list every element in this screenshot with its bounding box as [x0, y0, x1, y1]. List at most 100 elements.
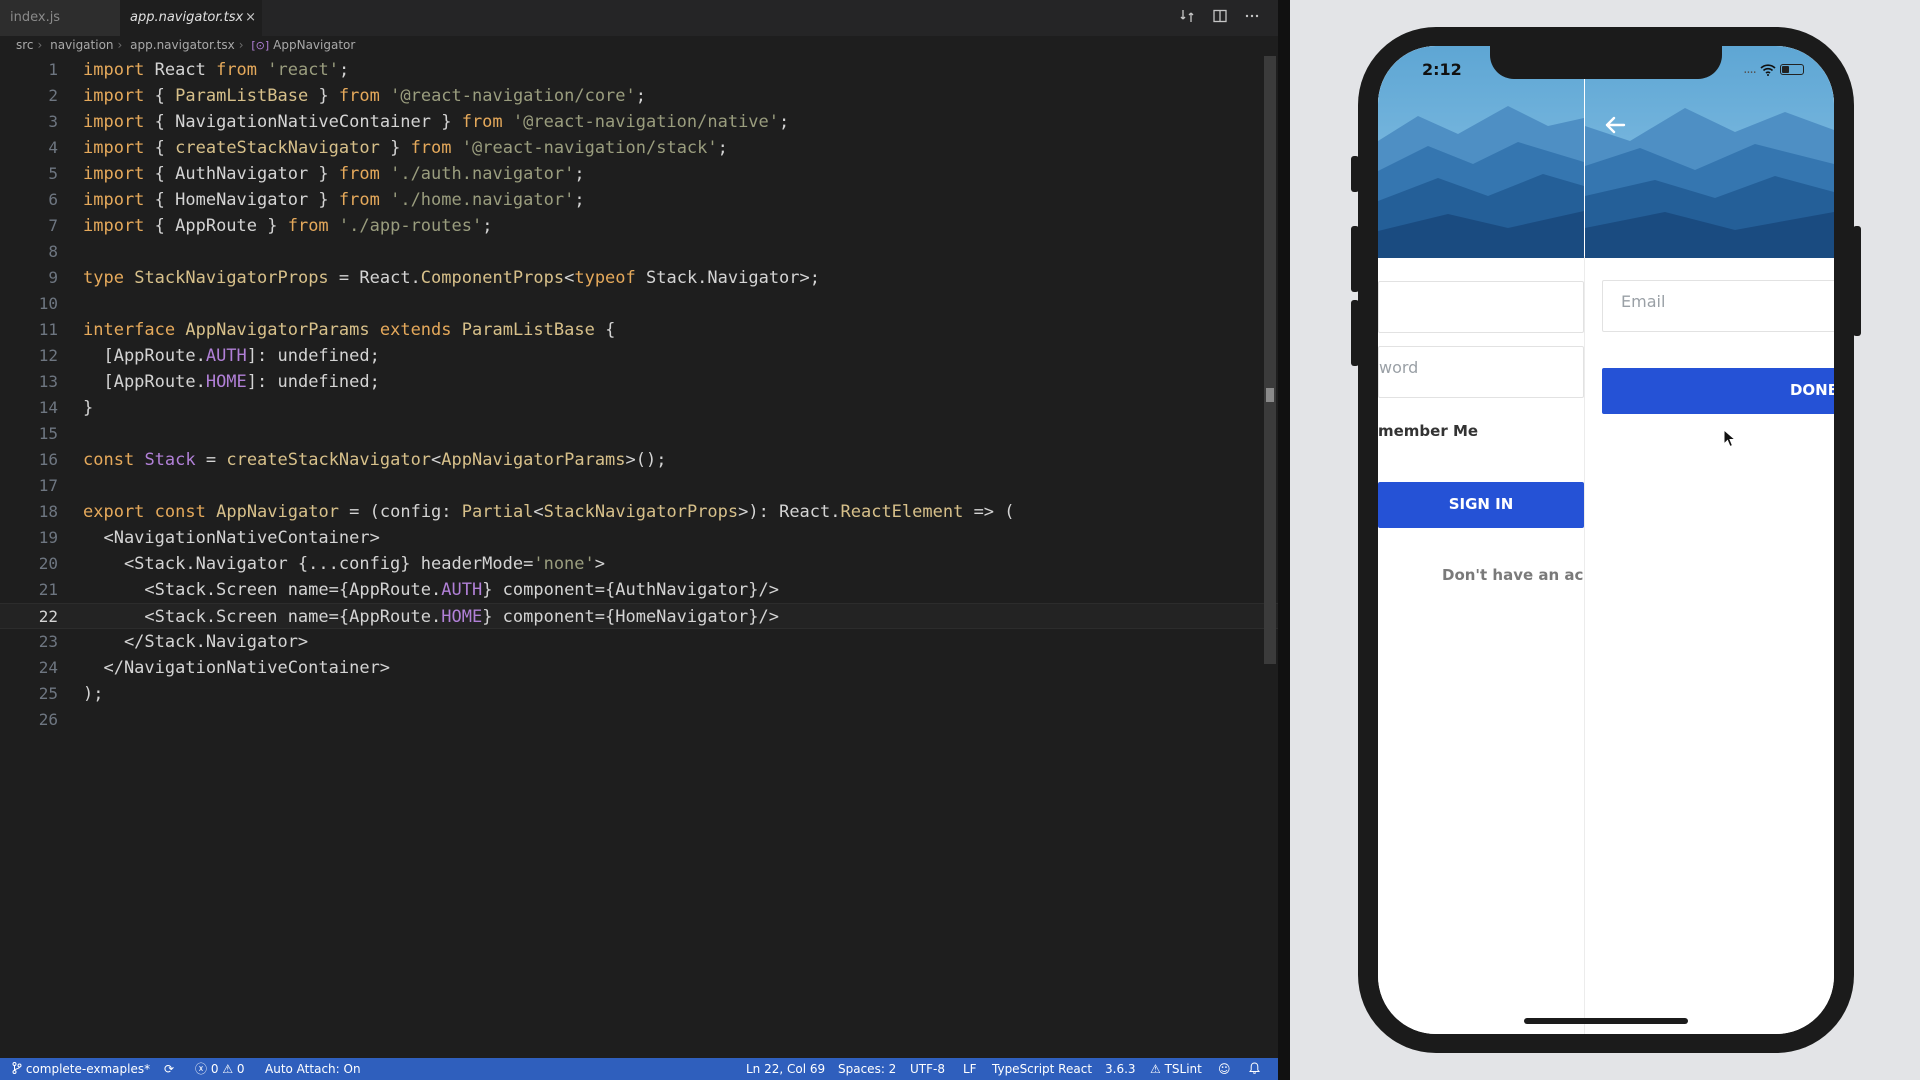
username-field[interactable]	[1378, 281, 1584, 333]
code-line[interactable]: 19 <NavigationNativeContainer>	[0, 525, 1278, 551]
line-number: 22	[38, 607, 58, 626]
code-line[interactable]: 2 import { ParamListBase } from '@react-n…	[0, 83, 1278, 109]
code-line[interactable]: 16 const Stack = createStackNavigator<App…	[0, 447, 1278, 473]
linter-status[interactable]: ⚠ TSLint	[1150, 1058, 1202, 1080]
tab-label: app.navigator.tsx	[130, 10, 244, 25]
mute-switch	[1351, 156, 1359, 192]
split-editor-icon[interactable]	[1211, 8, 1229, 26]
encoding[interactable]: UTF-8	[910, 1058, 945, 1080]
line-number: 17	[38, 476, 58, 495]
code-text: import { createStackNavigator } from '@r…	[83, 138, 728, 158]
code-text: import React from 'react';	[83, 60, 350, 80]
email-placeholder: Email	[1621, 292, 1666, 311]
auto-attach[interactable]: Auto Attach: On	[265, 1058, 361, 1080]
tab-label: index.js	[10, 10, 61, 25]
signup-prompt[interactable]: Don't have an acco	[1442, 566, 1584, 584]
line-number: 8	[48, 242, 58, 261]
code-line[interactable]: 26	[0, 707, 1278, 733]
code-line[interactable]: 23 </Stack.Navigator>	[0, 629, 1278, 655]
line-number: 20	[38, 554, 58, 573]
password-placeholder: word	[1379, 358, 1419, 377]
branch-name: complete-exmaples*	[25, 1062, 151, 1076]
back-arrow-icon[interactable]	[1603, 112, 1627, 142]
code-line[interactable]: 18 export const AppNavigator = (config: P…	[0, 499, 1278, 525]
line-number: 21	[38, 580, 58, 599]
feedback-smiley-icon[interactable]: ☺	[1218, 1058, 1231, 1080]
code-text: import { AppRoute } from './app-routes';	[83, 216, 493, 236]
line-number: 18	[38, 502, 58, 521]
warning-icon: ⚠	[222, 1062, 234, 1076]
code-text: );	[83, 684, 104, 704]
breadcrumb-item[interactable]: app.navigator.tsx	[130, 38, 235, 52]
code-line[interactable]: 14}	[0, 395, 1278, 421]
close-icon[interactable]: ×	[245, 0, 256, 36]
code-line[interactable]: 3 import { NavigationNativeContainer } fr…	[0, 109, 1278, 135]
language-mode[interactable]: TypeScript React	[992, 1058, 1092, 1080]
git-branch[interactable]: complete-exmaples*	[12, 1058, 150, 1080]
volume-down-button	[1351, 300, 1359, 366]
remember-me-label[interactable]: member Me	[1378, 422, 1478, 440]
email-field[interactable]: Email	[1602, 280, 1834, 332]
code-line[interactable]: 25);	[0, 681, 1278, 707]
code-line[interactable]: 1 import React from 'react';	[0, 57, 1278, 83]
code-line[interactable]: 17	[0, 473, 1278, 499]
tab-app-navigator[interactable]: app.navigator.tsx ×	[120, 0, 262, 36]
line-number: 9	[48, 268, 58, 287]
code-text: import { HomeNavigator } from './home.na…	[83, 190, 585, 210]
code-line[interactable]: 4 import { createStackNavigator } from '@…	[0, 135, 1278, 161]
line-number: 6	[48, 190, 58, 209]
code-text: import { AuthNavigator } from './auth.na…	[83, 164, 585, 184]
line-number: 15	[38, 424, 58, 443]
breadcrumb-item[interactable]: navigation	[50, 38, 113, 52]
code-text: [AppRoute.AUTH]: undefined;	[83, 346, 380, 366]
code-line[interactable]: 7 import { AppRoute } from './app-routes'…	[0, 213, 1278, 239]
code-line[interactable]: 8	[0, 239, 1278, 265]
end-of-line[interactable]: LF	[963, 1058, 977, 1080]
code-line[interactable]: 24 </NavigationNativeContainer>	[0, 655, 1278, 681]
scrollbar-cursor-marker	[1266, 388, 1274, 402]
password-field[interactable]: word	[1378, 346, 1584, 398]
code-line[interactable]: 11 interface AppNavigatorParams extends P…	[0, 317, 1278, 343]
home-indicator[interactable]	[1524, 1018, 1688, 1024]
code-text: interface AppNavigatorParams extends Par…	[83, 320, 616, 340]
code-text: </Stack.Navigator>	[83, 632, 309, 652]
compare-changes-icon[interactable]	[1178, 8, 1196, 26]
more-actions-icon[interactable]	[1243, 8, 1261, 26]
tab-index-js[interactable]: index.js	[0, 0, 120, 36]
sync-icon[interactable]: ⟳	[164, 1058, 174, 1080]
done-label: DONE	[1789, 381, 1834, 399]
problems-indicator[interactable]: ⓧ 0 ⚠ 0	[195, 1058, 245, 1080]
code-line[interactable]: 22 <Stack.Screen name={AppRoute.HOME} co…	[0, 603, 1278, 629]
done-button[interactable]: DONE	[1602, 368, 1834, 414]
line-number: 4	[48, 138, 58, 157]
indentation[interactable]: Spaces: 2	[838, 1058, 896, 1080]
line-number: 5	[48, 164, 58, 183]
code-text: <NavigationNativeContainer>	[83, 528, 380, 548]
symbol-variable-icon: [⊙]	[251, 39, 270, 52]
notifications-bell-icon[interactable]	[1248, 1058, 1261, 1080]
code-line[interactable]: 5 import { AuthNavigator } from './auth.n…	[0, 161, 1278, 187]
typescript-version[interactable]: 3.6.3	[1105, 1058, 1136, 1080]
code-line[interactable]: 6 import { HomeNavigator } from './home.n…	[0, 187, 1278, 213]
breadcrumb-item[interactable]: AppNavigator	[273, 38, 355, 52]
chevron-right-icon: ›	[238, 38, 244, 52]
code-line[interactable]: 13 [AppRoute.HOME]: undefined;	[0, 369, 1278, 395]
code-line[interactable]: 15	[0, 421, 1278, 447]
chevron-right-icon: ›	[117, 38, 123, 52]
code-line[interactable]: 20 <Stack.Navigator {...config} headerMo…	[0, 551, 1278, 577]
warning-count: 0	[236, 1062, 245, 1076]
line-number: 13	[38, 372, 58, 391]
status-icons: ....	[1743, 62, 1804, 77]
sign-in-button[interactable]: SIGN IN	[1378, 482, 1584, 528]
code-line[interactable]: 10	[0, 291, 1278, 317]
code-line[interactable]: 9 type StackNavigatorProps = React.Compon…	[0, 265, 1278, 291]
code-text: type StackNavigatorProps = React.Compone…	[83, 268, 820, 288]
breadcrumb-item[interactable]: src	[16, 38, 34, 52]
code-text: <Stack.Navigator {...config} headerMode=…	[83, 554, 606, 574]
editor-scrollbar[interactable]	[1264, 56, 1276, 664]
cursor-position[interactable]: Ln 22, Col 69	[746, 1058, 825, 1080]
code-line[interactable]: 21 <Stack.Screen name={AppRoute.AUTH} co…	[0, 577, 1278, 603]
warning-icon: ⚠	[1150, 1062, 1161, 1076]
code-area[interactable]: 1 import React from 'react'; 2 import { Par…	[0, 57, 1278, 733]
code-line[interactable]: 12 [AppRoute.AUTH]: undefined;	[0, 343, 1278, 369]
